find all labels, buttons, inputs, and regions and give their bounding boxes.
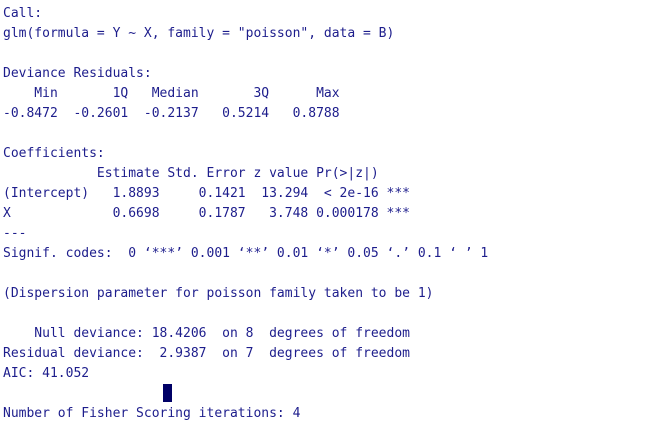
text-cursor (163, 384, 172, 402)
call-heading: Call: (3, 6, 43, 21)
coefficients-x-row: X 0.6698 0.1787 3.748 0.000178 *** (3, 206, 410, 221)
coefficients-header-row: Estimate Std. Error z value Pr(>|z|) (3, 166, 379, 181)
separator-line: --- (3, 226, 27, 241)
deviance-residuals-values-row: -0.8472 -0.2601 -0.2137 0.5214 0.8788 (3, 106, 340, 121)
deviance-residuals-header-row: Min 1Q Median 3Q Max (3, 86, 340, 101)
residual-deviance-line: Residual deviance: 2.9387 on 7 degrees o… (3, 346, 410, 361)
coefficients-heading: Coefficients: (3, 146, 105, 161)
fisher-scoring-line: Number of Fisher Scoring iterations: 4 (3, 406, 301, 421)
null-deviance-line: Null deviance: 18.4206 on 8 degrees of f… (3, 326, 410, 341)
signif-codes-line: Signif. codes: 0 ‘***’ 0.001 ‘**’ 0.01 ‘… (3, 246, 489, 261)
call-formula-line: glm(formula = Y ~ X, family = "poisson",… (3, 26, 395, 41)
dispersion-parameter-line: (Dispersion parameter for poisson family… (3, 286, 434, 301)
coefficients-intercept-row: (Intercept) 1.8893 0.1421 13.294 < 2e-16… (3, 186, 410, 201)
aic-line: AIC: 41.052 (3, 366, 90, 381)
deviance-residuals-heading: Deviance Residuals: (3, 66, 152, 81)
r-console-output[interactable]: Call: glm(formula = Y ~ X, family = "poi… (0, 0, 661, 430)
